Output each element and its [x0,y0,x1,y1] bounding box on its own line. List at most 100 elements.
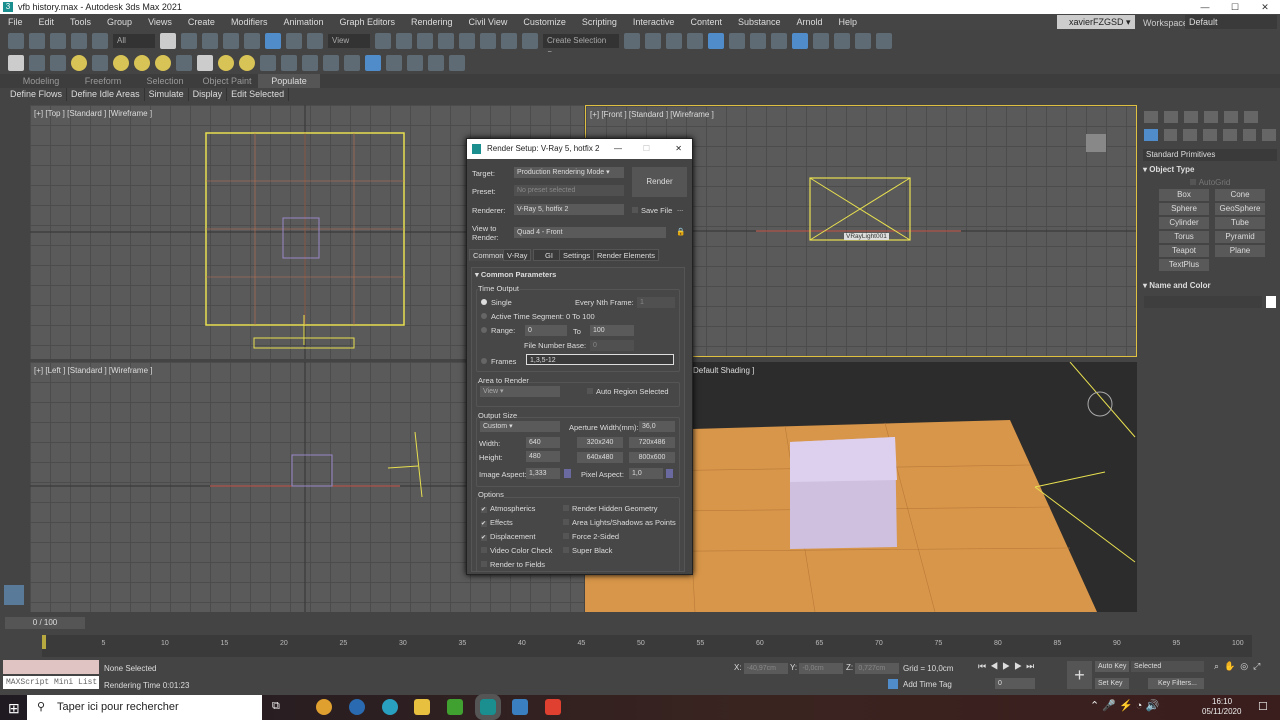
modify-tab-icon[interactable] [1164,111,1178,123]
add-time-tag-button[interactable]: Add Time Tag [903,680,952,689]
category-select[interactable]: Standard Primitives [1143,149,1277,161]
primitive-pyramid-button[interactable]: Pyramid [1215,231,1265,243]
menu-create[interactable]: Create [180,17,223,27]
menu-file[interactable]: File [0,17,31,27]
menu-civil-view[interactable]: Civil View [461,17,516,27]
move-icon[interactable] [244,33,260,49]
tab-common[interactable]: Common [469,249,508,261]
vray-ambient-icon[interactable] [239,55,255,71]
current-frame-input[interactable]: 0 [995,678,1035,689]
auto-region-checkbox[interactable]: Auto Region Selected [596,387,669,396]
undo-icon[interactable] [8,33,24,49]
menu-animation[interactable]: Animation [275,17,331,27]
motion-tab-icon[interactable] [1204,111,1218,123]
set-key-mode-button[interactable]: + [1067,661,1092,689]
render-setup-icon[interactable] [792,33,808,49]
preset-720x486-button[interactable]: 720x486 [629,437,675,448]
menu-edit[interactable]: Edit [31,17,63,27]
tab-settings[interactable]: Settings [559,249,595,261]
menu-arnold[interactable]: Arnold [789,17,831,27]
windows-start-icon[interactable]: ⊞ [8,700,20,717]
ribbon-tab-selection[interactable]: Selection [134,74,196,88]
menu-modifiers[interactable]: Modifiers [223,17,276,27]
lock-icon[interactable]: 🔒 [676,227,685,236]
link-icon[interactable] [50,33,66,49]
ribbon-button-edit-selected[interactable]: Edit Selected [227,88,290,101]
photos-icon[interactable] [512,699,528,715]
curve-editor-icon[interactable] [729,33,745,49]
menu-graph-editors[interactable]: Graph Editors [331,17,403,27]
checkbox-box[interactable]: ✔ [481,507,487,513]
checkbox-box[interactable] [563,533,569,539]
utilities-tab-icon[interactable] [1244,111,1258,123]
key-filters-button[interactable]: Key Filters... [1148,678,1204,689]
preset-800x600-button[interactable]: 800x600 [629,452,675,463]
angle-snap-icon[interactable] [459,33,475,49]
renderer-select[interactable]: V-Ray 5, hotfix 2 [514,204,624,215]
scale-icon[interactable] [286,33,302,49]
reference-coord-select[interactable]: View [328,34,370,48]
primitive-cylinder-button[interactable]: Cylinder [1159,217,1209,229]
vray-fur-icon[interactable] [281,55,297,71]
target-select[interactable]: Production Rendering Mode ▾ [514,167,624,178]
preset-320x240-button[interactable]: 320x240 [577,437,623,448]
aperture-input[interactable]: 36,0 [639,421,675,432]
redo-icon[interactable] [29,33,45,49]
window-crossing-icon[interactable] [223,33,239,49]
primitive-geosphere-button[interactable]: GeoSphere [1215,203,1265,215]
geometry-icon[interactable] [1144,129,1158,141]
primitive-teapot-button[interactable]: Teapot [1159,245,1209,257]
rotate-icon[interactable] [265,33,281,49]
auto-key-button[interactable]: Auto Key [1095,661,1129,672]
time-cursor[interactable] [42,635,46,649]
mirror-icon[interactable] [624,33,640,49]
selection-set-select[interactable]: Create Selection Se [543,34,619,59]
checkbox-box[interactable] [563,547,569,553]
ribbon-tab-populate[interactable]: Populate [258,74,320,88]
chrome-icon[interactable] [316,699,332,715]
vfb-icon[interactable] [50,55,66,71]
vray-scatter-icon[interactable] [344,55,360,71]
active-segment-radio[interactable]: Active Time Segment: [491,312,564,321]
export-icon[interactable] [428,55,444,71]
ribbon-icon[interactable] [708,33,724,49]
place-icon[interactable] [307,33,323,49]
create-tab-icon[interactable] [1144,111,1158,123]
checkbox-box[interactable] [481,547,487,553]
height-input[interactable]: 480 [526,451,560,462]
menu-content[interactable]: Content [682,17,730,27]
preset-select[interactable]: No preset selected [514,185,624,196]
range-radio[interactable]: Range: [491,326,515,335]
selection-filter[interactable]: All [113,34,155,48]
vray-ies-icon[interactable] [197,55,213,71]
output-size-select[interactable]: Custom ▾ [480,421,560,432]
dope-sheet-icon[interactable] [750,33,766,49]
menu-scripting[interactable]: Scripting [574,17,625,27]
pivot-icon[interactable] [375,33,391,49]
menu-customize[interactable]: Customize [515,17,574,27]
minimize-button[interactable]: — [614,139,622,159]
image-aspect-lock-icon[interactable] [564,469,571,478]
checkbox-box[interactable] [481,561,487,567]
menu-group[interactable]: Group [99,17,140,27]
clock-date[interactable]: 05/11/2020 [1202,707,1241,716]
vray-sphere-icon[interactable] [365,55,381,71]
3dsmax-taskbar-icon[interactable] [475,694,501,720]
option-force-2-sided-checkbox[interactable]: Force 2-Sided [563,532,619,541]
ribbon-button-define-idle-areas[interactable]: Define Idle Areas [67,88,145,101]
primitive-sphere-button[interactable]: Sphere [1159,203,1209,215]
render-cloud-icon[interactable] [855,33,871,49]
key-mode-select[interactable]: Selected [1131,661,1204,672]
vray-decal-icon[interactable] [323,55,339,71]
option-effects-checkbox[interactable]: ✔ Effects [481,518,513,527]
menu-substance[interactable]: Substance [730,17,789,27]
vray-plane-light-icon[interactable] [113,55,129,71]
option-render-hidden-geometry-checkbox[interactable]: Render Hidden Geometry [563,504,657,513]
viewport-nav-icons[interactable]: ⌕✋◎⤢ [1214,661,1265,672]
maximize-button[interactable]: ☐ [643,139,650,159]
primitive-textplus-button[interactable]: TextPlus [1159,259,1209,271]
taskbar-search[interactable]: ⚲ Taper ici pour rechercher [27,695,262,720]
keyboard-shortcut-icon[interactable] [417,33,433,49]
object-type-rollout[interactable]: ▾ Object Type [1143,165,1277,174]
helpers-icon[interactable] [1222,129,1237,141]
